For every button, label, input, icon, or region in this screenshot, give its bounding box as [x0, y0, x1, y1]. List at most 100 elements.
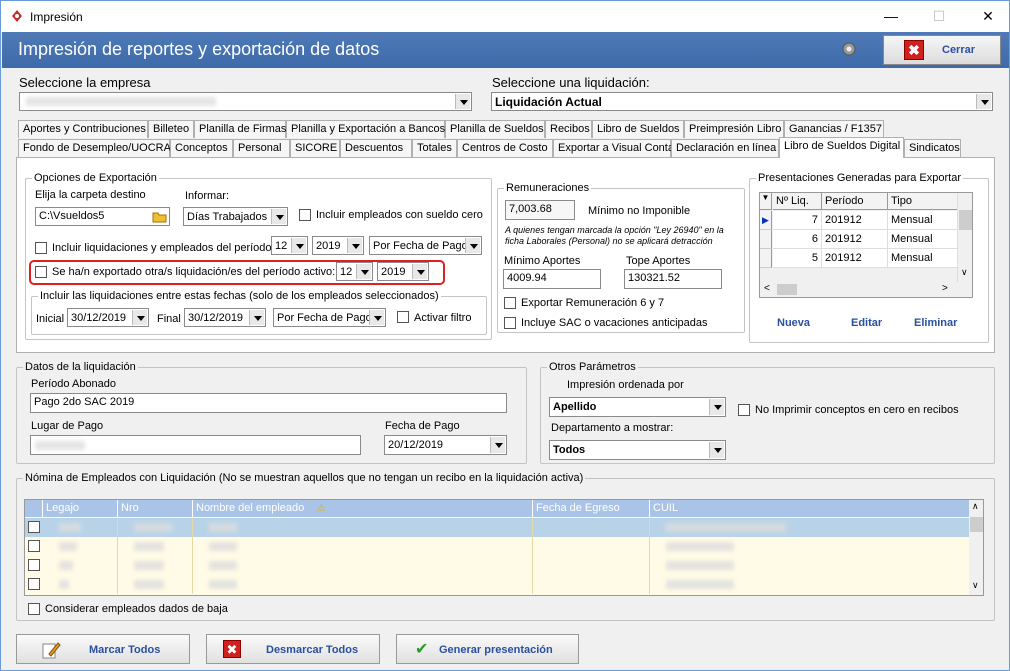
- tab2-10[interactable]: Sindicatos: [904, 139, 961, 157]
- orden-select[interactable]: Por Fecha de Pago: [369, 236, 482, 255]
- row-checkbox[interactable]: [28, 540, 40, 552]
- tab2-4[interactable]: Descuentos: [340, 139, 412, 157]
- col-divider: [649, 518, 650, 537]
- desmarcar-todos-button[interactable]: ✖ Desmarcar Todos: [206, 634, 380, 664]
- lugar-pago-input[interactable]: [30, 435, 361, 455]
- tab-3[interactable]: Planilla y Exportación a Bancos: [286, 120, 445, 138]
- inicial-date[interactable]: 30/12/2019: [67, 308, 149, 327]
- presentaciones-hscroll[interactable]: < >: [760, 282, 972, 297]
- tab2-6[interactable]: Centros de Costo: [457, 139, 553, 157]
- row-indicator: [760, 230, 772, 249]
- tab2-1[interactable]: Conceptos: [170, 139, 233, 157]
- tab-6[interactable]: Libro de Sueldos: [592, 120, 684, 138]
- row-checkbox[interactable]: [28, 521, 40, 533]
- tab2-0[interactable]: Fondo de Desempleo/UOCRA: [18, 139, 171, 157]
- nomina-grid[interactable]: Legajo Nro Nombre del empleado Fecha de Egr…: [24, 499, 984, 596]
- baja-checkbox[interactable]: [28, 603, 40, 615]
- final-date[interactable]: 30/12/2019: [184, 308, 266, 327]
- periodo-anio-select[interactable]: 2019: [312, 236, 364, 255]
- empresa-select[interactable]: [19, 92, 472, 111]
- min-aportes-input[interactable]: 4009.94: [503, 269, 601, 289]
- folder-input[interactable]: C:\Vsueldos5: [35, 207, 170, 226]
- no-imprimir-checkbox[interactable]: [738, 404, 750, 416]
- exp-anio-select[interactable]: 2019: [377, 262, 429, 281]
- depto-label: Departamento a mostrar:: [551, 422, 674, 434]
- nomina-col-header[interactable]: CUIL: [650, 500, 983, 517]
- presentaciones-vscroll[interactable]: ∨: [957, 193, 972, 282]
- editar-button[interactable]: Editar: [851, 317, 882, 329]
- pres-cell[interactable]: 6: [773, 230, 822, 249]
- pres-cell[interactable]: 5: [773, 249, 822, 268]
- tab-7[interactable]: Preimpresión Libro: [684, 120, 784, 138]
- nomina-vscroll[interactable]: ∧ ∨: [969, 500, 983, 595]
- close-button[interactable]: ✖ Cerrar: [883, 35, 1001, 65]
- tab-8[interactable]: Ganancias / F1357: [784, 120, 884, 138]
- app-icon: [12, 10, 22, 22]
- pres-col-header[interactable]: Período: [822, 193, 888, 210]
- table-row[interactable]: [25, 537, 969, 556]
- periodo-abonado-input[interactable]: Pago 2do SAC 2019: [30, 393, 507, 413]
- table-row[interactable]: [25, 575, 969, 594]
- sac-checkbox[interactable]: [504, 317, 516, 329]
- tab-0[interactable]: Aportes y Contribuciones: [18, 120, 148, 138]
- folder-icon[interactable]: [152, 210, 167, 223]
- pres-cell[interactable]: 201912: [822, 211, 888, 230]
- informar-select[interactable]: Días Trabajados: [183, 207, 288, 226]
- tab-libro-sueldos-digital[interactable]: Libro de Sueldos Digital: [779, 137, 904, 158]
- tab2-5[interactable]: Totales: [412, 139, 457, 157]
- generar-presentacion-button[interactable]: ✔ Generar presentación: [396, 634, 579, 664]
- tab-4[interactable]: Planilla de Sueldos: [445, 120, 545, 138]
- tab2-8[interactable]: Declaración en línea: [671, 139, 779, 157]
- pres-cell[interactable]: 201912: [822, 249, 888, 268]
- eliminar-button[interactable]: Eliminar: [914, 317, 957, 329]
- tab-5[interactable]: Recibos: [545, 120, 592, 138]
- marcar-todos-button[interactable]: Marcar Todos: [16, 634, 190, 664]
- exportar-67-checkbox[interactable]: [504, 297, 516, 309]
- row-checkbox[interactable]: [28, 559, 40, 571]
- close-window-icon[interactable]: ✕: [978, 6, 998, 26]
- datos-liquidacion-group: Datos de la liquidación Período Abonado …: [16, 361, 527, 464]
- fecha-pago-date[interactable]: 20/12/2019: [384, 435, 507, 455]
- pres-cell[interactable]: Mensual: [888, 211, 958, 230]
- incluir-periodo-checkbox[interactable]: [35, 242, 47, 254]
- pres-cell[interactable]: 7: [773, 211, 822, 230]
- nueva-button[interactable]: Nueva: [777, 317, 810, 329]
- close-icon: ✖: [904, 40, 924, 60]
- blurred-cell: [59, 561, 73, 570]
- exp-mes-select[interactable]: 12: [336, 262, 373, 281]
- presentaciones-grid[interactable]: ▼ Nº Liq. Período Tipo ▶ 7 201912 Mensual 6 201…: [759, 192, 973, 298]
- tab-2[interactable]: Planilla de Firmas: [194, 120, 286, 138]
- maximize-icon[interactable]: ☐: [929, 6, 949, 26]
- gear-icon[interactable]: [840, 40, 858, 58]
- nomina-col-header[interactable]: Legajo: [43, 500, 118, 517]
- pres-col-header[interactable]: Tipo: [888, 193, 958, 210]
- pres-col-header[interactable]: Nº Liq.: [773, 193, 822, 210]
- tab-1[interactable]: Billeteo: [148, 120, 194, 138]
- exportado-checkbox[interactable]: [35, 266, 47, 278]
- pres-cell[interactable]: Mensual: [888, 230, 958, 249]
- tab2-3[interactable]: SICORE: [290, 139, 340, 157]
- periodo-mes-select[interactable]: 12: [271, 236, 308, 255]
- tab2-7[interactable]: Exportar a Visual Conta: [553, 139, 674, 157]
- nomina-col-header[interactable]: Nombre del empleado: [193, 500, 533, 517]
- otros-parametros-group: Otros Parámetros Impresión ordenada por …: [540, 361, 995, 464]
- orden2-select[interactable]: Por Fecha de Pago: [273, 308, 386, 327]
- tab2-2[interactable]: Personal: [233, 139, 290, 157]
- minimize-icon[interactable]: —: [881, 6, 901, 26]
- table-row[interactable]: [25, 556, 969, 575]
- nomina-col-header[interactable]: Fecha de Egreso: [533, 500, 650, 517]
- tope-input[interactable]: 130321.52: [624, 269, 722, 289]
- depto-select[interactable]: Todos: [549, 440, 726, 460]
- blurred-cell: [209, 561, 237, 570]
- row-checkbox[interactable]: [28, 578, 40, 590]
- table-row[interactable]: [25, 518, 969, 537]
- nomina-col-header[interactable]: Nro: [118, 500, 193, 517]
- minimo-input[interactable]: 7,003.68: [505, 200, 575, 220]
- orden-impresion-select[interactable]: Apellido: [549, 397, 726, 417]
- liquidacion-select[interactable]: Liquidación Actual: [491, 92, 993, 111]
- activar-filtro-checkbox[interactable]: [397, 311, 409, 323]
- incluir-cero-checkbox[interactable]: [299, 209, 311, 221]
- pres-cell[interactable]: Mensual: [888, 249, 958, 268]
- empresa-label: Seleccione la empresa: [19, 75, 151, 90]
- pres-cell[interactable]: 201912: [822, 230, 888, 249]
